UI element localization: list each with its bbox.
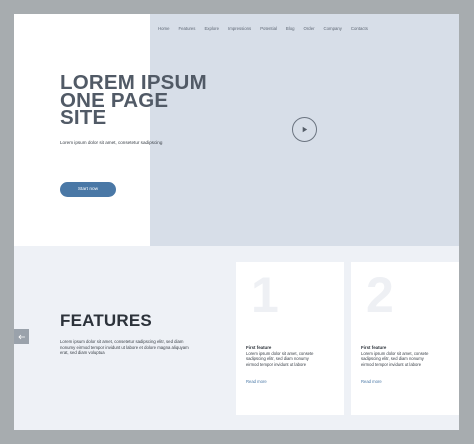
nav-item-order[interactable]: Order xyxy=(304,26,315,31)
landing-page: Home Features Explore Impressions Potent… xyxy=(14,14,459,430)
nav-item-features[interactable]: Features xyxy=(178,26,195,31)
carousel-prev-button[interactable] xyxy=(14,329,29,344)
feature-card-text: Lorem ipsum dolor sit amet, consete sadi… xyxy=(246,351,314,367)
hero-title: LOREM IPSUM ONE PAGE SITE xyxy=(60,73,230,129)
feature-card-number: 1 xyxy=(251,267,279,323)
features-description: Lorem ipsum dolor sit amet, consetetur s… xyxy=(60,339,189,355)
hero-title-line-3: SITE xyxy=(60,106,107,129)
nav-item-potential[interactable]: Potential xyxy=(260,26,277,31)
play-video-button[interactable] xyxy=(292,117,317,142)
arrow-left-icon xyxy=(17,334,25,339)
feature-card-text: Lorem ipsum dolor sit amet, consete sadi… xyxy=(361,351,429,367)
read-more-link[interactable]: Read more xyxy=(361,379,382,384)
nav-item-contacts[interactable]: Contacts xyxy=(351,26,368,31)
feature-card-2: 2 First feature Lorem ipsum dolor sit am… xyxy=(351,262,459,415)
nav-item-company[interactable]: Company xyxy=(324,26,342,31)
play-icon xyxy=(302,126,308,133)
nav-item-home[interactable]: Home xyxy=(158,26,169,31)
start-now-button[interactable]: Start now xyxy=(60,182,116,197)
feature-card-title: First feature xyxy=(246,345,272,350)
top-navigation: Home Features Explore Impressions Potent… xyxy=(158,26,368,31)
feature-card-1: 1 First feature Lorem ipsum dolor sit am… xyxy=(236,262,344,415)
nav-item-blog[interactable]: Blog xyxy=(286,26,295,31)
feature-card-title: First feature xyxy=(361,345,387,350)
nav-item-explore[interactable]: Explore xyxy=(204,26,219,31)
feature-card-number: 2 xyxy=(366,267,394,323)
hero-left-panel xyxy=(14,14,150,246)
features-title: FEATURES xyxy=(60,311,152,330)
hero-subtitle: Lorem ipsum dolor sit amet, consetetur s… xyxy=(60,140,163,145)
nav-item-impressions[interactable]: Impressions xyxy=(228,26,251,31)
read-more-link[interactable]: Read more xyxy=(246,379,267,384)
